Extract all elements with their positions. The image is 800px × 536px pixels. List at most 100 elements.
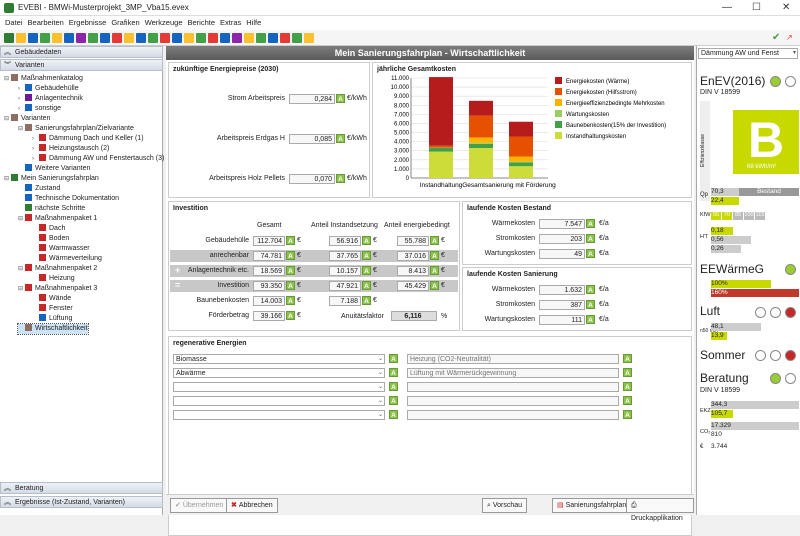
menu-1[interactable]: Bearbeiten — [28, 18, 64, 27]
tree-item[interactable]: ⊟Maßnahmenpaket 3 — [18, 284, 97, 294]
tree-item[interactable]: Technische Dokumentation — [18, 194, 119, 204]
apply-icon[interactable]: A — [623, 368, 632, 377]
menu-4[interactable]: Werkzeuge — [145, 18, 183, 27]
menu-0[interactable]: Datei — [5, 18, 23, 27]
section-beratung[interactable]: ︽Beratung — [0, 482, 163, 494]
toolbar-icon[interactable] — [76, 33, 86, 43]
tree-item[interactable]: Zustand — [18, 184, 60, 194]
toolbar-icon[interactable] — [256, 33, 266, 43]
tree-item[interactable]: Wände — [32, 294, 71, 304]
invest-field-v3[interactable]: 55.788 — [397, 236, 429, 246]
tree-item[interactable]: Heizung — [32, 274, 75, 284]
price-field[interactable]: 0,085 — [289, 134, 335, 144]
invest-field-v1[interactable]: 39.166 — [253, 311, 285, 321]
toolbar-icon[interactable] — [292, 33, 302, 43]
vorschau-button[interactable]: ⌕ Vorschau — [482, 498, 527, 513]
expand-icon[interactable]: › — [32, 154, 39, 164]
invest-field-v1[interactable]: 93.350 — [253, 281, 285, 291]
expand-icon[interactable]: › — [32, 134, 39, 144]
apply-icon[interactable]: A — [586, 300, 595, 309]
menu-3[interactable]: Grafiken — [111, 18, 139, 27]
invest-field-v2[interactable]: 10.157 — [329, 266, 361, 276]
tree-item[interactable]: ›Dämmung Dach und Keller (1) — [32, 134, 144, 144]
apply-icon[interactable]: A — [362, 266, 371, 275]
menu-7[interactable]: Hilfe — [246, 18, 261, 27]
tree-item[interactable]: ›Anlagentechnik — [18, 94, 83, 104]
minimize-icon[interactable]: — — [722, 2, 732, 13]
toolbar-icon[interactable] — [112, 33, 122, 43]
expand-icon[interactable]: ⊟ — [4, 114, 11, 124]
abbrechen-button[interactable]: ✖ Abbrechen — [226, 498, 278, 513]
toolbar-icon[interactable] — [40, 33, 50, 43]
toolbar-icon[interactable] — [280, 33, 290, 43]
apply-icon[interactable]: A — [389, 368, 398, 377]
apply-icon[interactable]: A — [586, 249, 595, 258]
invest-field-v3[interactable]: 8.413 — [397, 266, 429, 276]
toolbar-icon[interactable] — [28, 33, 38, 43]
checkmark-icon[interactable]: ✔ — [772, 33, 782, 43]
tree-item[interactable]: ›Gebäudehülle — [18, 84, 79, 94]
apply-icon[interactable]: A — [286, 236, 295, 245]
renewable-select[interactable]: ⌄ — [173, 382, 385, 392]
tree-item[interactable]: ⊟Varianten — [4, 114, 50, 124]
tree-item[interactable]: nächste Schritte — [18, 204, 85, 214]
apply-icon[interactable]: A — [430, 236, 439, 245]
toolbar-icon[interactable] — [4, 33, 14, 43]
apply-icon[interactable]: A — [430, 266, 439, 275]
expand-icon[interactable]: › — [18, 84, 25, 94]
invest-field-v2[interactable]: 47.921 — [329, 281, 361, 291]
menu-6[interactable]: Extras — [220, 18, 241, 27]
toolbar-icon[interactable] — [160, 33, 170, 43]
renewable-description[interactable] — [407, 396, 619, 406]
tree-item[interactable]: ⊟Maßnahmenpaket 1 — [18, 214, 97, 224]
renewable-description[interactable]: Heizung (CO2-Neutralität) — [407, 354, 619, 364]
apply-icon[interactable]: A — [362, 281, 371, 290]
apply-icon[interactable]: A — [389, 396, 398, 405]
toolbar-icon[interactable] — [172, 33, 182, 43]
toolbar-icon[interactable] — [100, 33, 110, 43]
sanierungsfahrplan-button[interactable]: ▤ Sanierungsfahrplan — [552, 498, 631, 513]
invest-field-v1[interactable]: 112.704 — [253, 236, 285, 246]
toolbar-icon[interactable] — [64, 33, 74, 43]
apply-icon[interactable]: A — [586, 315, 595, 324]
menu-5[interactable]: Berichte — [187, 18, 215, 27]
toolbar-icon[interactable] — [88, 33, 98, 43]
toolbar-icon[interactable] — [148, 33, 158, 43]
expand-icon[interactable]: ⊟ — [18, 124, 25, 134]
tree-item[interactable]: ›Dämmung AW und Fenstertausch (3) — [32, 154, 164, 164]
apply-icon[interactable]: A — [623, 396, 632, 405]
variant-dropdown[interactable]: Dämmung AW und Fenst▾ — [698, 48, 798, 59]
expand-icon[interactable]: ⊟ — [18, 264, 25, 274]
apply-icon[interactable]: A — [430, 251, 439, 260]
toolbar-icon[interactable] — [136, 33, 146, 43]
apply-icon[interactable]: A — [623, 354, 632, 363]
cost-field[interactable]: 111 — [539, 315, 585, 325]
toolbar-icon[interactable] — [208, 33, 218, 43]
apply-icon[interactable]: A — [623, 410, 632, 419]
tree-item[interactable]: Wirtschaftlichkeit — [18, 324, 88, 334]
tree-item[interactable]: ⊟Sanierungsfahrplan/Zielvariante — [18, 124, 134, 134]
renewable-select[interactable]: ⌄ — [173, 396, 385, 406]
toolbar-icon[interactable] — [124, 33, 134, 43]
tree-item[interactable]: ⊟Maßnahmenkatalog — [4, 74, 83, 84]
tree-item[interactable]: Fenster — [32, 304, 73, 314]
apply-icon[interactable]: A — [623, 382, 632, 391]
apply-icon[interactable]: A — [430, 281, 439, 290]
toolbar-icon[interactable] — [268, 33, 278, 43]
cost-field[interactable]: 7.547 — [539, 219, 585, 229]
toolbar-icon[interactable] — [232, 33, 242, 43]
expand-icon[interactable]: ⊟ — [4, 74, 11, 84]
invest-field-v2[interactable]: 7.188 — [329, 296, 361, 306]
section-varianten[interactable]: ︾Varianten — [0, 59, 163, 71]
apply-icon[interactable]: A — [389, 354, 398, 363]
apply-icon[interactable]: A — [586, 234, 595, 243]
tree-item[interactable]: ⊟Mein Sanierungsfahrplan — [4, 174, 99, 184]
expand-icon[interactable]: ⊟ — [18, 214, 25, 224]
uebernehmen-button[interactable]: ✔ Übernehmen — [170, 498, 228, 513]
apply-icon[interactable]: A — [586, 285, 595, 294]
apply-icon[interactable]: A — [286, 311, 295, 320]
invest-field-v2[interactable]: 56.916 — [329, 236, 361, 246]
tree-item[interactable]: Lüftung — [32, 314, 72, 324]
price-field[interactable]: 0,070 — [289, 174, 335, 184]
expand-icon[interactable]: ⊟ — [4, 174, 11, 184]
